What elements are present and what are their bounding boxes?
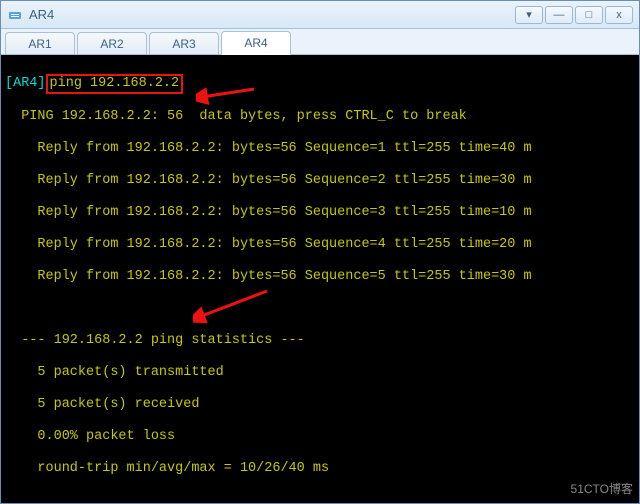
- tab-bar: AR1 AR2 AR3 AR4: [1, 29, 639, 55]
- ping-stat: 0.00% packet loss: [5, 429, 635, 445]
- ping-stat: 5 packet(s) transmitted: [5, 365, 635, 381]
- minimize-button[interactable]: —: [545, 6, 573, 24]
- annotation-arrow-1: [196, 55, 258, 149]
- highlight-command-1: ping 192.168.2.2: [46, 74, 184, 94]
- ping-stat: round-trip min/avg/max = 10/26/40 ms: [5, 461, 635, 477]
- blank-line: [5, 301, 635, 317]
- ping-stat: 5 packet(s) received: [5, 397, 635, 413]
- tab-ar3[interactable]: AR3: [149, 32, 219, 54]
- titlebar: AR4 ▾ — □ x: [1, 1, 639, 29]
- app-icon: [7, 7, 23, 23]
- window-title: AR4: [29, 7, 515, 22]
- ping-reply: Reply from 192.168.2.2: bytes=56 Sequenc…: [5, 205, 635, 221]
- tab-ar1[interactable]: AR1: [5, 32, 75, 54]
- terminal[interactable]: [AR4]ping 192.168.2.2 PING 192.168.2.2: …: [1, 55, 639, 503]
- close-button[interactable]: x: [605, 6, 633, 24]
- app-window: AR4 ▾ — □ x AR1 AR2 AR3 AR4 [AR4]ping 19…: [0, 0, 640, 504]
- ping-reply: Reply from 192.168.2.2: bytes=56 Sequenc…: [5, 141, 635, 157]
- ping-stats-header: --- 192.168.2.2 ping statistics ---: [5, 333, 635, 349]
- ping-reply: Reply from 192.168.2.2: bytes=56 Sequenc…: [5, 173, 635, 189]
- ping-reply: Reply from 192.168.2.2: bytes=56 Sequenc…: [5, 237, 635, 253]
- tab-ar4[interactable]: AR4: [221, 31, 291, 55]
- maximize-button[interactable]: □: [575, 6, 603, 24]
- window-controls: ▾ — □ x: [515, 6, 633, 24]
- prompt-device: [AR4]: [5, 76, 46, 91]
- help-button[interactable]: ▾: [515, 6, 543, 24]
- tab-ar2[interactable]: AR2: [77, 32, 147, 54]
- blank-line: [5, 493, 635, 503]
- ping-reply: Reply from 192.168.2.2: bytes=56 Sequenc…: [5, 269, 635, 285]
- ping-header-1: PING 192.168.2.2: 56 data bytes, press C…: [5, 109, 635, 125]
